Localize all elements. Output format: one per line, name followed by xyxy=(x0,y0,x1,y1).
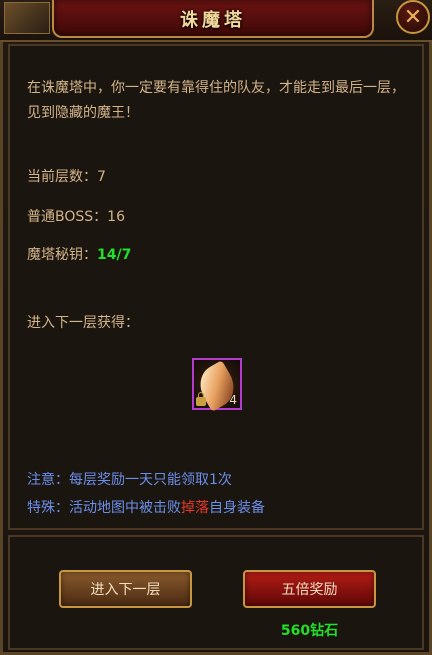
current-floor-label: 当前层数： xyxy=(27,169,97,185)
reward-item-slot[interactable]: 4 xyxy=(192,358,242,412)
five-times-reward-button[interactable]: 五倍奖励 xyxy=(243,570,376,608)
special-text: 特殊：活动地图中被击败掉落自身装备 xyxy=(27,497,265,517)
dialog-title: 诛魔塔 xyxy=(180,10,246,31)
action-panel: 进入下一层 五倍奖励 560钻石 xyxy=(8,535,424,650)
next-floor-button[interactable]: 进入下一层 xyxy=(59,570,192,608)
normal-boss-label: 普通BOSS： xyxy=(27,209,108,225)
close-icon: ✕ xyxy=(403,4,423,30)
item-count: 4 xyxy=(229,393,237,407)
tower-key-value: 14/7 xyxy=(97,247,132,263)
notice-text: 注意：每层奖励一天只能领取1次 xyxy=(27,472,232,488)
tower-key-label: 魔塔秘钥： xyxy=(27,247,97,263)
normal-boss-value: 16 xyxy=(107,209,125,225)
current-floor-value: 7 xyxy=(97,169,106,185)
close-button[interactable]: ✕ xyxy=(396,0,430,34)
lock-icon xyxy=(196,392,206,406)
normal-boss-row: 普通BOSS：16 xyxy=(27,206,125,226)
info-panel: 在诛魔塔中，你一定要有靠得住的队友，才能走到最后一层，见到隐藏的魔王！ 当前层数… xyxy=(8,44,424,530)
reward-heading: 进入下一层获得： xyxy=(27,315,139,331)
diamond-cost: 560钻石 xyxy=(280,623,339,639)
tower-description: 在诛魔塔中，你一定要有靠得住的队友，才能走到最后一层，见到隐藏的魔王！ xyxy=(27,80,405,121)
title-bar: 诛魔塔 ✕ xyxy=(0,0,432,42)
special-suffix: 自身装备 xyxy=(209,500,265,516)
title-plate: 诛魔塔 xyxy=(52,0,374,38)
tower-key-row: 魔塔秘钥：14/7 xyxy=(27,244,131,264)
special-prefix: 特殊：活动地图中被击败 xyxy=(27,500,181,516)
current-floor-row: 当前层数：7 xyxy=(27,166,106,186)
left-ornament xyxy=(4,2,50,34)
special-highlight: 掉落 xyxy=(181,500,209,516)
